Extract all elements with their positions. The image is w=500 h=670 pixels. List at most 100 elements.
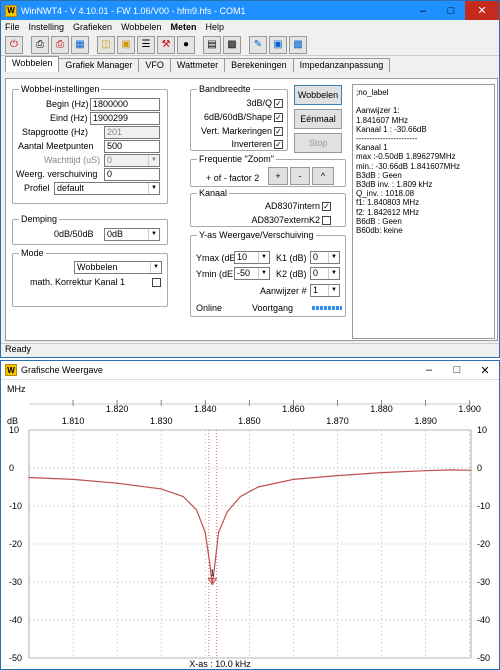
x-tick-label: 1.820 <box>106 404 129 414</box>
ymin-select[interactable]: -50 ▼ <box>234 267 270 280</box>
bw-inverteren-checkbox[interactable]: ✓ <box>274 140 283 149</box>
kanaal-intern-label: AD8307intern <box>264 201 320 211</box>
kanaal-extern-label: AD8307externK2 <box>251 215 320 225</box>
window-title: WinNWT4 - V 4.10.01 - FW 1.06/V00 - hfm9… <box>21 5 246 16</box>
zoom-minus-button[interactable]: - <box>290 167 310 185</box>
minimize-icon[interactable]: – <box>409 1 437 20</box>
menu-wobbelen[interactable]: Wobbelen <box>121 22 161 32</box>
printer-icon[interactable]: ⎙ <box>31 35 49 54</box>
result-line: f2: 1.842612 MHz <box>356 207 420 217</box>
k2-label: K2 (dB) <box>276 269 307 279</box>
data-point <box>257 486 259 488</box>
kanaal-extern-checkbox[interactable] <box>322 216 331 225</box>
frequency-response-chart[interactable]: MHzdB 1.8101.8201.8301.8401.8501.8601.870… <box>1 380 499 669</box>
tab-berekeningen[interactable]: Berekeningen <box>224 58 294 72</box>
y-tick-label-right: -20 <box>477 539 490 549</box>
chevron-down-icon: ▼ <box>150 262 161 273</box>
menu-help[interactable]: Help <box>205 22 224 32</box>
close-icon[interactable]: ✕ <box>465 1 499 20</box>
marker-select[interactable]: 1 ▼ <box>310 284 340 297</box>
tab-wattmeter[interactable]: Wattmeter <box>169 58 226 72</box>
data-point <box>160 488 162 490</box>
y-tick-label-left: -40 <box>9 615 22 625</box>
chevron-down-icon: ▼ <box>258 252 269 263</box>
graph-titlebar[interactable]: W Grafische Weergave – □ ✕ <box>1 361 499 380</box>
toolbar: ⏻ ⎙ ⎙ ▦ ◫ ▣ ☰ ⚒ ● ▤ ▩ ✎ ▣ ▩ <box>1 34 499 56</box>
menu-instelling[interactable]: Instelling <box>29 22 65 32</box>
ymax-select[interactable]: 10 ▼ <box>234 251 270 264</box>
y-tick-label-left: -20 <box>9 539 22 549</box>
menu-meten[interactable]: Meten <box>170 22 196 32</box>
stop-button[interactable]: Stop <box>294 133 342 153</box>
k1-select[interactable]: 0 ▼ <box>310 251 340 264</box>
zoom-label: + of - factor 2 <box>206 173 260 183</box>
y-tick-label-right: -30 <box>477 577 490 587</box>
x-tick-label: 1.840 <box>194 404 217 414</box>
kanaal-intern-checkbox[interactable]: ✓ <box>322 202 331 211</box>
wobbelen-button[interactable]: Wobbelen <box>294 85 342 105</box>
save-icon[interactable]: ▩ <box>289 35 307 54</box>
wait-label: Wachttijd (uS) <box>44 155 101 165</box>
graph-window-title: Grafische Weergave <box>21 365 103 375</box>
mode-title: Mode <box>19 248 46 258</box>
k2-value: 0 <box>313 268 319 278</box>
result-line: f1: 1.840803 MHz <box>356 198 420 208</box>
folder-open-icon[interactable]: ◫ <box>97 35 115 54</box>
menu-file[interactable]: File <box>5 22 20 32</box>
menu-grafieken[interactable]: Grafieken <box>73 22 112 32</box>
main-window: W WinNWT4 - V 4.10.01 - FW 1.06/V00 - hf… <box>0 0 500 358</box>
end-input[interactable]: 1900299 <box>90 112 160 125</box>
result-line: 1.841607 MHz <box>356 115 409 125</box>
y-tick-label-right: 10 <box>477 425 487 435</box>
tab-wobbelen[interactable]: Wobbelen <box>5 56 60 72</box>
chevron-down-icon: ▼ <box>258 268 269 279</box>
zoom-caret-button[interactable]: ^ <box>312 167 334 185</box>
profile-select[interactable]: default ▼ <box>54 182 160 195</box>
data-point <box>451 469 453 471</box>
demping-select[interactable]: 0dB ▼ <box>104 228 160 241</box>
tab-vfo[interactable]: VFO <box>138 58 171 72</box>
korrektur-checkbox[interactable] <box>152 278 161 287</box>
bw-6db-checkbox[interactable]: ✓ <box>274 113 283 122</box>
close-icon[interactable]: ✕ <box>471 361 499 379</box>
data-point <box>116 482 118 484</box>
app-icon: W <box>5 4 17 17</box>
disk-icon[interactable]: ▣ <box>269 35 287 54</box>
result-line: B60db: keine <box>356 226 403 236</box>
main-titlebar[interactable]: W WinNWT4 - V 4.10.01 - FW 1.06/V00 - hf… <box>1 1 499 20</box>
zoom-plus-button[interactable]: + <box>268 167 288 185</box>
tab-impedanzanpassung[interactable]: Impedanzanpassung <box>292 58 391 72</box>
printer-color-icon[interactable]: ⎙ <box>51 35 69 54</box>
chart-settings-icon[interactable]: ▩ <box>223 35 241 54</box>
tab-grafiek-manager[interactable]: Grafiek Manager <box>58 58 140 72</box>
folder-icon[interactable]: ▣ <box>117 35 135 54</box>
probe-icon[interactable]: ✎ <box>249 35 267 54</box>
wobbel-settings-title: Wobbel-instellingen <box>19 84 102 94</box>
points-input[interactable]: 500 <box>104 140 160 153</box>
tool-icon[interactable]: ⚒ <box>157 35 175 54</box>
progress-bar <box>312 306 342 310</box>
chart-icon[interactable]: ▤ <box>203 35 221 54</box>
save-image-icon[interactable]: ▦ <box>71 35 89 54</box>
maximize-icon[interactable]: □ <box>443 361 471 379</box>
notes-icon[interactable]: ☰ <box>137 35 155 54</box>
power-icon[interactable]: ⏻ <box>5 35 23 54</box>
begin-input[interactable]: 1800000 <box>90 98 160 111</box>
x-tick-label: 1.860 <box>282 404 305 414</box>
bw-3db-checkbox[interactable]: ✓ <box>274 99 283 108</box>
k2-select[interactable]: 0 ▼ <box>310 267 340 280</box>
result-line: ----------------------- <box>356 134 418 144</box>
chevron-down-icon: ▼ <box>148 155 159 166</box>
minimize-icon[interactable]: – <box>415 361 443 379</box>
penguin-icon[interactable]: ● <box>177 35 195 54</box>
mode-select[interactable]: Wobbelen ▼ <box>74 261 162 274</box>
x-tick-label: 1.890 <box>414 416 437 426</box>
result-line: B3dB : Geen <box>356 170 402 180</box>
eenmaal-button[interactable]: Eénmaal <box>294 109 342 129</box>
bw-vert-checkbox[interactable]: ✓ <box>274 127 283 136</box>
shift-input[interactable]: 0 <box>104 168 160 181</box>
results-box[interactable]: ;no_label Aanwijzer 1: 1.841607 MHz Kanaal… <box>352 84 495 339</box>
results-lines: ;no_label Aanwijzer 1: 1.841607 MHz Kanaal… <box>356 88 491 235</box>
maximize-icon[interactable]: □ <box>437 1 465 20</box>
profile-label: Profiel <box>24 183 50 193</box>
